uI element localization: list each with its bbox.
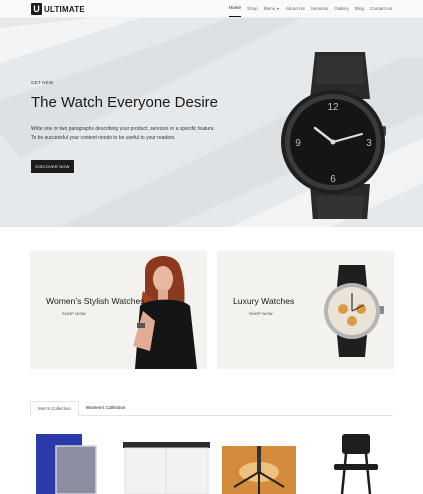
tab-mens-collection[interactable]: Men's Collection bbox=[30, 401, 79, 416]
svg-text:9: 9 bbox=[295, 138, 301, 149]
svg-text:3: 3 bbox=[366, 138, 372, 149]
svg-text:6: 6 bbox=[330, 174, 336, 185]
hero-watch-image: 12 6 9 3 bbox=[281, 52, 386, 219]
woman-model-image bbox=[133, 255, 197, 369]
shop-now-link-womens[interactable]: SHOP NOW bbox=[62, 311, 86, 316]
nav-item-menu-label: Menu bbox=[263, 5, 276, 11]
promo-title-luxury: Luxury Watches bbox=[233, 296, 295, 306]
logo-mark-icon: U bbox=[31, 3, 42, 15]
promo-womens-watches[interactable]: Women's Stylish Watches SHOP NOW bbox=[30, 251, 207, 369]
hero-description-line2: To be successful your content needs to b… bbox=[31, 135, 176, 141]
nav-item-home[interactable]: Home bbox=[228, 0, 242, 17]
promo-luxury-watches[interactable]: Luxury Watches SHOP NOW bbox=[217, 251, 394, 369]
svg-text:12: 12 bbox=[327, 102, 339, 113]
site-header: U ULTIMATE Home Shop Menu ▼ About Us Ser… bbox=[0, 0, 423, 18]
product-card[interactable] bbox=[222, 432, 296, 494]
nav-item-services[interactable]: Services bbox=[311, 0, 329, 17]
nav-item-contact-us[interactable]: Contact us bbox=[370, 0, 392, 17]
nav-item-menu[interactable]: Menu ▼ bbox=[264, 0, 280, 17]
promo-title-womens: Women's Stylish Watches bbox=[46, 296, 145, 306]
hero-description: Write one or two paragraphs describing y… bbox=[31, 125, 281, 143]
product-card[interactable] bbox=[123, 432, 210, 494]
hero-banner: GET NEW The Watch Everyone Desire Write … bbox=[0, 18, 423, 227]
nav-item-shop[interactable]: Shop bbox=[247, 0, 258, 17]
logo-text: ULTIMATE bbox=[44, 4, 85, 14]
site-logo[interactable]: U ULTIMATE bbox=[31, 3, 85, 15]
tab-womens-collection[interactable]: Women's Collection bbox=[79, 401, 133, 415]
office-chair-base-product-image bbox=[222, 446, 296, 494]
white-cabinet-product-image bbox=[123, 442, 210, 494]
collection-tabs: Men's Collection Women's Collection bbox=[30, 401, 393, 416]
discover-now-button[interactable]: DISCOVER NOW bbox=[31, 160, 74, 173]
hero-eyebrow: GET NEW bbox=[31, 80, 54, 85]
luxury-watch-image bbox=[324, 265, 384, 357]
caret-down-icon: ▼ bbox=[276, 6, 280, 11]
shop-now-link-luxury[interactable]: SHOP NOW bbox=[249, 311, 273, 316]
product-card[interactable] bbox=[316, 432, 394, 494]
product-card[interactable] bbox=[30, 432, 102, 494]
hero-description-line1: Write one or two paragraphs describing y… bbox=[31, 126, 215, 132]
hero-title: The Watch Everyone Desire bbox=[31, 94, 219, 111]
nav-item-gallery[interactable]: Gallery bbox=[334, 0, 349, 17]
black-chair-product-image bbox=[334, 434, 378, 494]
main-nav: Home Shop Menu ▼ About Us Services Galle… bbox=[223, 0, 392, 17]
nav-item-blog[interactable]: Blog bbox=[355, 0, 364, 17]
blue-panel-product-image bbox=[36, 434, 97, 494]
nav-item-about-us[interactable]: About Us bbox=[286, 0, 305, 17]
